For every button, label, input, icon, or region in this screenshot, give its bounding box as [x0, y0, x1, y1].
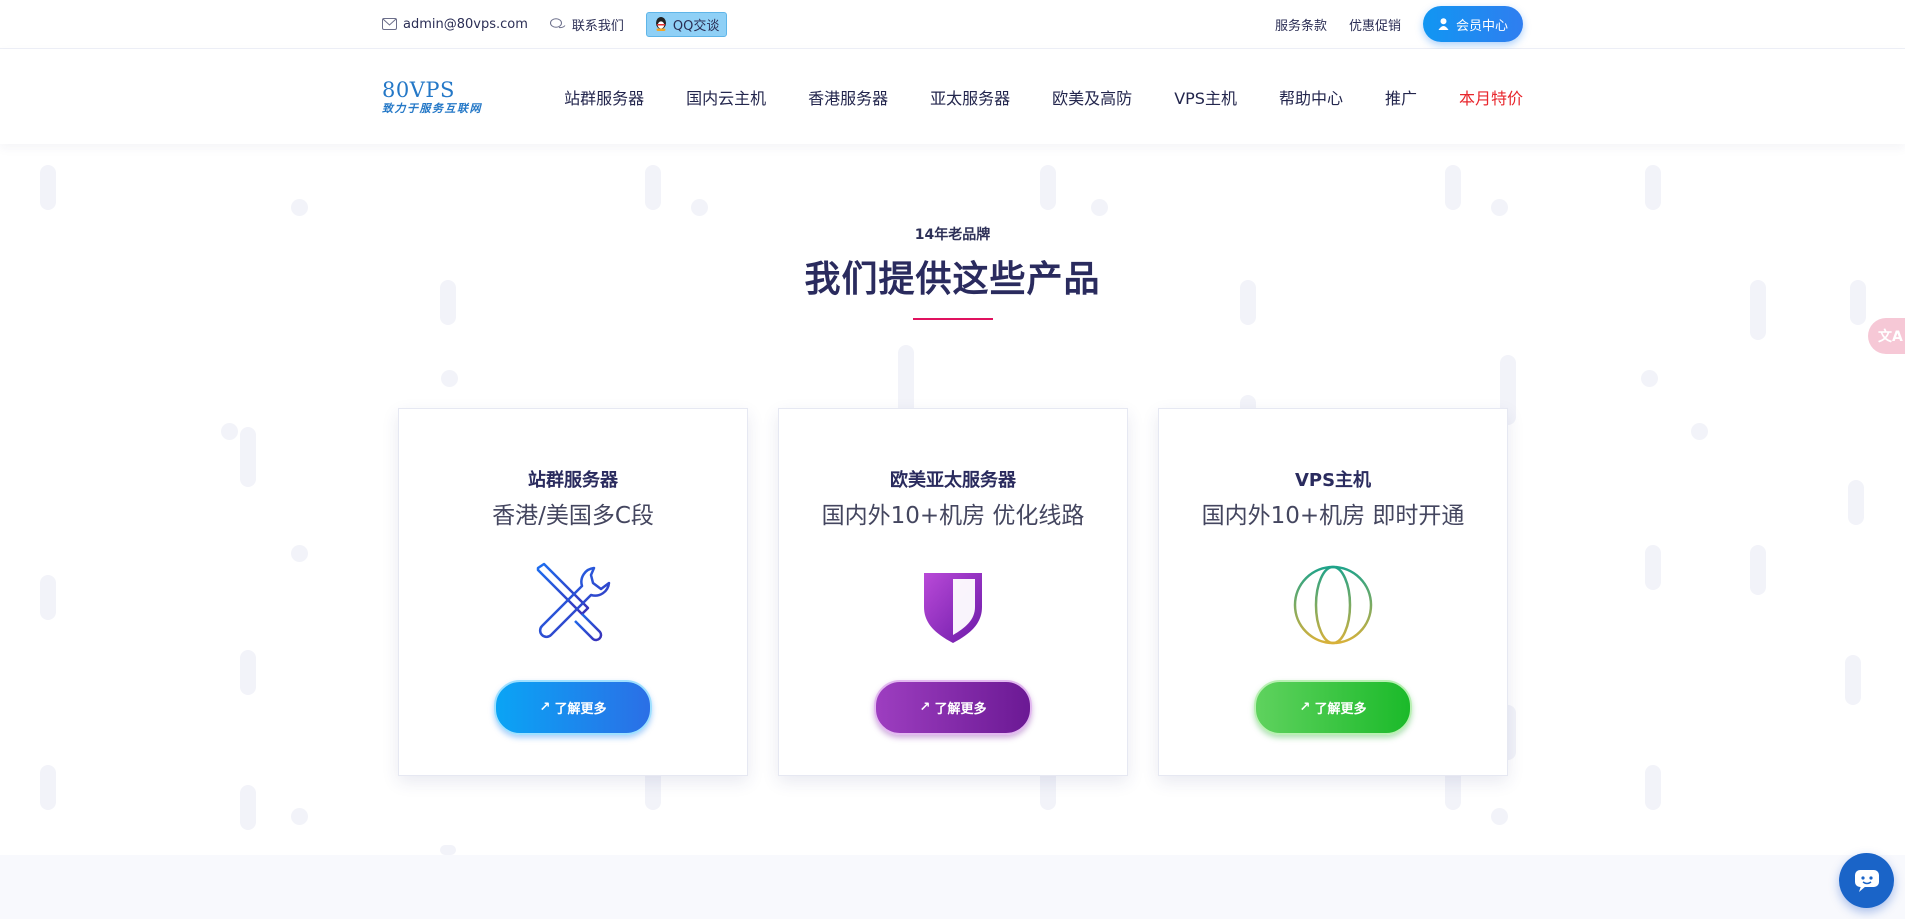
mail-icon [382, 18, 397, 30]
translate-icon: 文A [1878, 329, 1903, 345]
card-title: 欧美亚太服务器 [890, 470, 1016, 491]
nav-item-monthly-special[interactable]: 本月特价 [1459, 85, 1523, 109]
learn-more-button[interactable]: ↗ 了解更多 [494, 680, 652, 735]
logo-main-text: 80VPS [382, 77, 455, 102]
nav-item-help[interactable]: 帮助中心 [1279, 85, 1343, 109]
learn-more-button[interactable]: ↗ 了解更多 [874, 680, 1032, 735]
bottom-band [0, 855, 1905, 919]
qq-label: QQ交谈 [672, 18, 720, 34]
button-label: 了解更多 [554, 702, 607, 717]
card-title: VPS主机 [1294, 470, 1372, 491]
nav-menu: 站群服务器 国内云主机 香港服务器 亚太服务器 欧美及高防 VPS主机 帮助中心… [564, 85, 1523, 109]
nav-item-site-cluster[interactable]: 站群服务器 [564, 85, 644, 109]
member-center-label: 会员中心 [1455, 18, 1508, 34]
live-chat-button[interactable] [1839, 853, 1894, 908]
button-label: 了解更多 [1314, 702, 1367, 717]
learn-more-button[interactable]: ↗ 了解更多 [1254, 680, 1412, 735]
contact-link[interactable]: 联系我们 [549, 15, 624, 34]
button-label: 了解更多 [934, 702, 987, 717]
qq-penguin-icon [655, 17, 666, 31]
translate-widget[interactable]: 文A [1868, 318, 1905, 354]
product-card-vps: VPS主机 国内外10+机房 即时开通 ↗ 了解更多 [1158, 408, 1508, 776]
email-text: admin@80vps.com [403, 16, 528, 32]
nav-item-asia-server[interactable]: 亚太服务器 [930, 85, 1010, 109]
nav-item-domestic-cloud[interactable]: 国内云主机 [686, 85, 766, 109]
external-link-icon: ↗ [1299, 700, 1311, 715]
contact-text: 联系我们 [571, 18, 624, 34]
user-icon [1438, 18, 1449, 30]
logo-slogan: 致力于服务互联网 [382, 101, 482, 115]
title-underline [912, 318, 993, 320]
tools-icon [536, 562, 611, 642]
email-link[interactable]: admin@80vps.com [382, 17, 528, 32]
nav-item-hongkong-server[interactable]: 香港服务器 [808, 85, 888, 109]
top-bar: admin@80vps.com 联系我们 QQ交谈 服务条款 优惠促销 会员中心 [0, 0, 1905, 49]
card-title: 站群服务器 [528, 470, 618, 491]
chat-bubble-icon [549, 17, 566, 28]
qq-chat-button[interactable]: QQ交谈 [645, 11, 728, 37]
card-subtitle: 国内外10+机房 优化线路 [821, 503, 1085, 529]
globe-icon [1293, 565, 1373, 645]
main-navbar: 80VPS 致力于服务互联网 站群服务器 国内云主机 香港服务器 亚太服务器 欧… [0, 49, 1905, 144]
promo-link[interactable]: 优惠促销 [1349, 15, 1401, 34]
products-section-header: 14年老品牌 我们提供这些产品 [0, 224, 1905, 320]
section-subtitle: 14年老品牌 [914, 227, 991, 243]
nav-item-affiliate[interactable]: 推广 [1385, 85, 1417, 109]
shield-icon [924, 573, 982, 643]
external-link-icon: ↗ [539, 700, 551, 715]
nav-item-vps[interactable]: VPS主机 [1174, 85, 1237, 109]
terms-link[interactable]: 服务条款 [1275, 15, 1327, 34]
section-title: 我们提供这些产品 [804, 259, 1101, 300]
card-subtitle: 国内外10+机房 即时开通 [1201, 503, 1465, 529]
nav-item-euro-us[interactable]: 欧美及高防 [1052, 85, 1132, 109]
external-link-icon: ↗ [919, 700, 931, 715]
chat-icon [1854, 869, 1879, 892]
card-subtitle: 香港/美国多C段 [492, 503, 654, 529]
product-card-euro-asia-server: 欧美亚太服务器 国内外10+机房 优化线路 ↗ 了解更多 [778, 408, 1128, 776]
product-card-site-cluster: 站群服务器 香港/美国多C段 ↗ 了解更多 [398, 408, 748, 776]
member-center-button[interactable]: 会员中心 [1422, 6, 1523, 42]
logo[interactable]: 80VPS 致力于服务互联网 [382, 77, 482, 115]
